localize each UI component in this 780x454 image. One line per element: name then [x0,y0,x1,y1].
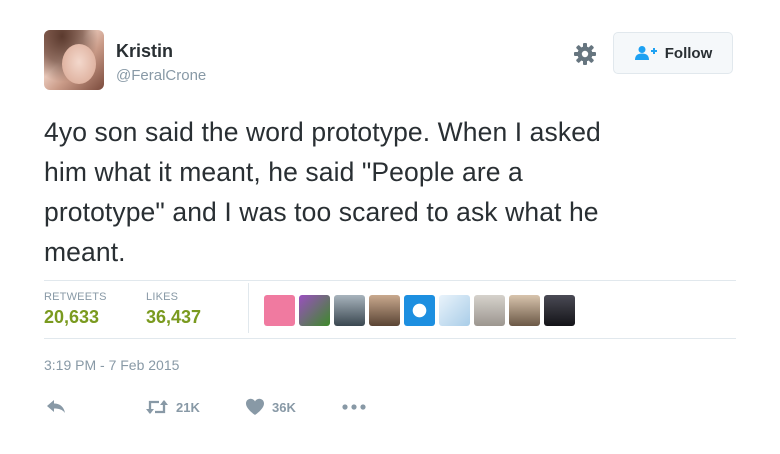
user-name[interactable]: Kristin [116,41,173,62]
retweets-label: RETWEETS [44,291,107,303]
retweets-stat[interactable]: RETWEETS 20,633 [44,291,107,328]
retweet-button[interactable]: 21K [145,398,200,416]
liker-avatar[interactable] [544,295,575,326]
follow-button-label: Follow [664,44,713,62]
tweet-actions: 21K 36K [0,396,780,420]
tweet-text: 4yo son said the word prototype. When I … [44,112,744,272]
user-handle[interactable]: @FeralCrone [116,67,206,84]
tweet-line: 4yo son said the word prototype. When I … [44,117,601,147]
liker-avatar[interactable] [369,295,400,326]
divider-bottom [44,338,736,339]
retweet-count: 21K [176,399,200,415]
stats-separator [248,283,249,333]
liker-avatar[interactable] [509,295,540,326]
liker-avatar[interactable] [439,295,470,326]
like-button[interactable]: 36K [245,398,296,416]
avatar-face [62,44,96,84]
tweet-line: prototype" and I was too scared to ask w… [44,197,599,227]
more-button[interactable] [341,398,367,416]
liker-avatar[interactable] [299,295,330,326]
likes-stat[interactable]: LIKES 36,437 [146,291,201,328]
like-count: 36K [272,399,296,415]
gear-icon[interactable] [573,42,597,66]
tweet-line: meant. [44,237,126,267]
liker-avatars [264,295,575,326]
liker-avatar[interactable] [474,295,505,326]
liker-avatar[interactable] [264,295,295,326]
timestamp[interactable]: 3:19 PM - 7 Feb 2015 [44,357,179,373]
avatar[interactable] [44,30,104,90]
follow-person-plus-icon [634,46,657,60]
retweet-icon [146,400,168,414]
likes-count: 36,437 [146,307,202,327]
divider-top [44,280,736,281]
tweet-line: him what it meant, he said "People are a [44,157,523,187]
likes-label: LIKES [146,291,179,303]
reply-icon [47,400,65,413]
follow-button[interactable]: Follow [613,32,733,74]
retweets-count: 20,633 [44,307,100,327]
heart-icon [246,398,264,415]
liker-avatar[interactable] [334,295,365,326]
liker-avatar[interactable] [404,295,435,326]
more-icon [342,404,366,410]
reply-button[interactable] [45,398,67,416]
